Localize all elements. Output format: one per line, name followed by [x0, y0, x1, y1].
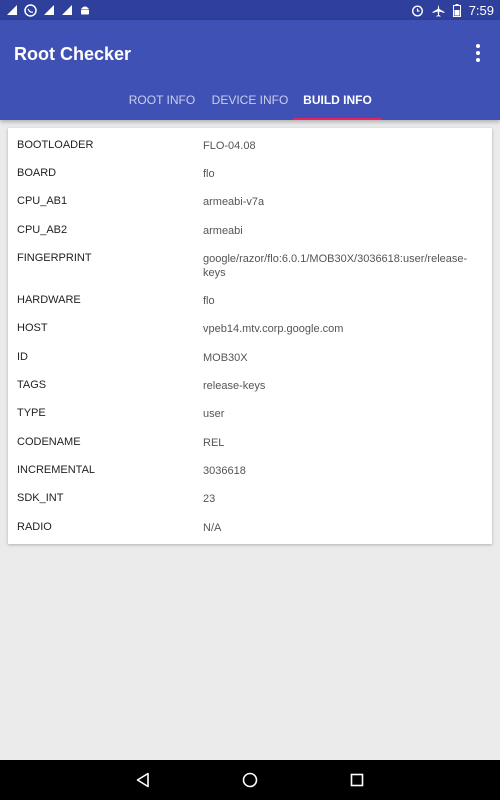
- clock: 7:59: [468, 2, 494, 18]
- tab-device-info[interactable]: DEVICE INFO: [206, 80, 294, 120]
- info-value: flo: [203, 168, 215, 180]
- notification-icons: [6, 3, 91, 17]
- signal-icon: [44, 5, 54, 15]
- tab-root-info[interactable]: ROOT INFO: [123, 80, 201, 120]
- info-value: user: [203, 408, 225, 420]
- signal-icon: [7, 5, 17, 15]
- home-button[interactable]: [230, 760, 270, 800]
- info-value: armeabi-v7a: [203, 196, 265, 208]
- recents-button[interactable]: [337, 760, 377, 800]
- info-value: release-keys: [203, 380, 266, 392]
- info-key: CODENAME: [17, 436, 81, 448]
- info-key: CPU_AB1: [17, 195, 68, 207]
- info-key: HOST: [17, 322, 48, 334]
- info-key: HARDWARE: [17, 294, 81, 306]
- build-info-card: BOOTLOADER FLO-04.08 BOARD flo CPU_AB1 a…: [8, 128, 492, 544]
- back-icon: [137, 772, 150, 788]
- info-key: CPU_AB2: [17, 224, 68, 236]
- info-value: N/A: [203, 522, 222, 534]
- info-key: BOARD: [17, 167, 57, 179]
- app-title: Root Checker: [14, 44, 132, 64]
- recents-icon: [350, 773, 363, 787]
- info-value: 23: [203, 493, 216, 505]
- info-value: flo: [203, 295, 215, 307]
- info-value: armeabi: [203, 225, 243, 237]
- airplane-icon: [432, 4, 445, 17]
- whatsapp-icon: [24, 3, 37, 17]
- info-key: TAGS: [17, 379, 47, 391]
- tab-bar: ROOT INFO DEVICE INFO BUILD INFO: [0, 80, 500, 120]
- battery-icon: [452, 3, 461, 17]
- navigation-bar: [0, 760, 500, 800]
- info-key: ID: [17, 351, 28, 363]
- info-value: REL: [203, 437, 225, 449]
- info-key: RADIO: [17, 521, 52, 533]
- info-key: INCREMENTAL: [17, 464, 96, 476]
- alarm-icon: [411, 4, 423, 17]
- status-bar: 7:59: [0, 0, 500, 20]
- android-icon: [81, 6, 89, 15]
- info-value: FLO-04.08: [203, 140, 256, 152]
- tab-build-info[interactable]: BUILD INFO: [293, 80, 382, 120]
- more-vert-icon[interactable]: [474, 44, 482, 62]
- info-key: BOOTLOADER: [17, 139, 94, 151]
- app-bar: Root Checker ROOT INFO DEVICE INFO BUILD…: [0, 20, 500, 120]
- info-key: TYPE: [17, 407, 46, 419]
- tab-indicator: [293, 118, 382, 120]
- home-icon: [242, 772, 258, 788]
- info-value: vpeb14.mtv.corp.google.com: [203, 323, 344, 335]
- info-key: SDK_INT: [17, 492, 64, 504]
- info-value: 3036618: [203, 465, 246, 477]
- info-key: FINGERPRINT: [17, 252, 92, 264]
- back-button[interactable]: [123, 760, 163, 800]
- info-value: google/razor/flo:6.0.1/MOB30X/3036618:us…: [203, 253, 468, 279]
- system-icons: 7:59: [411, 3, 494, 18]
- signal-icon: [62, 5, 72, 15]
- info-value: MOB30X: [203, 352, 248, 364]
